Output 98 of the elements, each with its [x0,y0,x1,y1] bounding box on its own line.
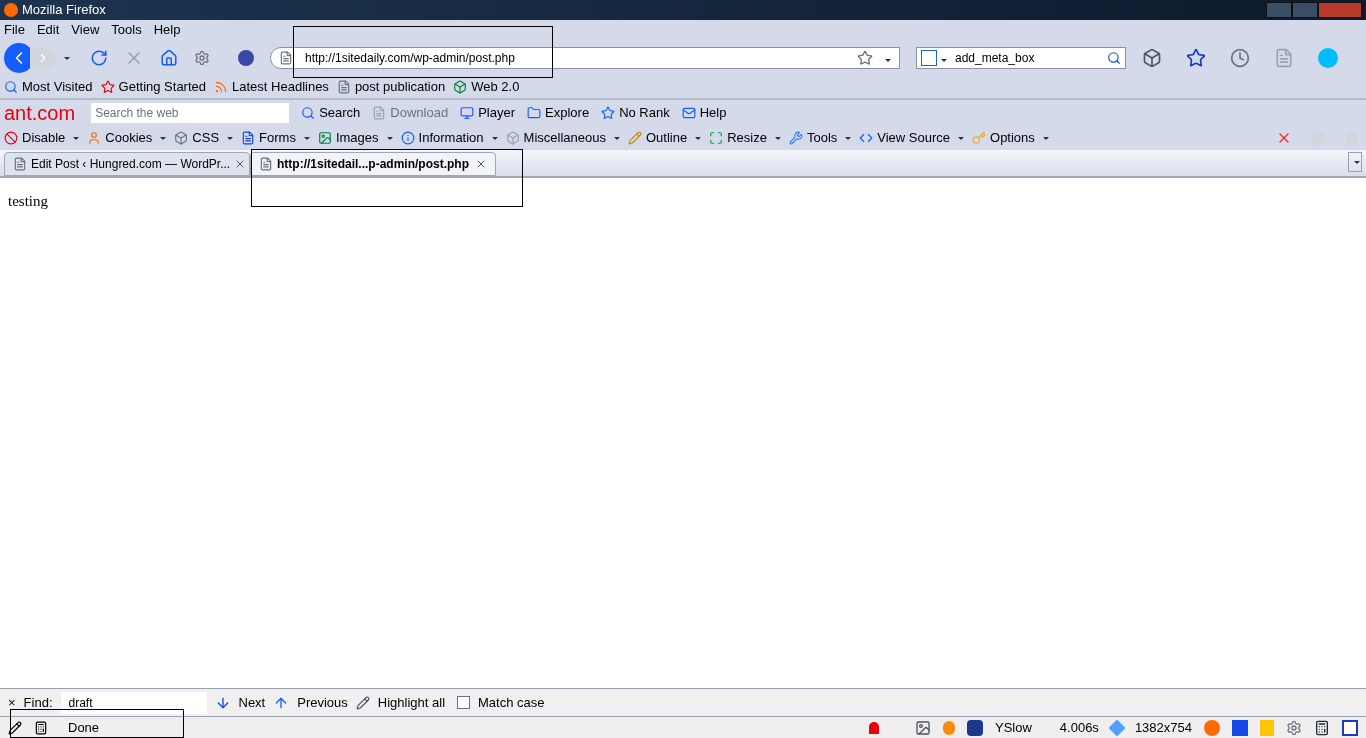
yslow-label[interactable]: YSlow [994,717,1032,738]
pen-icon[interactable] [8,720,22,735]
close-button[interactable]: × [8,692,16,713]
toolbar-button[interactable]: Miscellaneous [523,128,606,148]
bookmark-item[interactable]: Most Visited [22,77,93,97]
load-time: 4.006s [1059,718,1099,737]
address-bar[interactable]: http://1sitedaily.com/wp-admin/post.php [270,47,900,69]
search-icon [4,80,18,94]
rss-icon [214,80,229,94]
gear-icon[interactable] [1286,719,1302,736]
toolbar-button[interactable]: Information [418,128,484,148]
page-icon [259,157,273,171]
toolbar-button[interactable]: Explore [545,103,590,123]
menu-item[interactable]: View [71,20,100,40]
cube-icon [505,131,520,145]
caret-icon[interactable] [613,136,620,140]
bookmark-item[interactable]: Getting Started [118,77,207,97]
web-search-field[interactable]: Search the web [91,103,290,123]
window-title: Mozilla Firefox [22,1,106,20]
search-text: add_meta_box [955,50,1035,67]
wrench-icon [788,131,803,145]
resize-icon [709,131,724,145]
menu-item[interactable]: Tools [111,20,142,40]
caret-icon[interactable] [64,56,70,60]
page-text: testing [8,193,48,209]
page-icon [279,51,293,65]
picture-icon[interactable] [914,719,931,736]
monitor-icon [460,106,475,120]
pencil-icon [355,695,370,710]
home-icon[interactable] [160,49,178,67]
browser-tab[interactable]: http://1sitedail...p-admin/post.php [250,152,496,176]
reload-icon[interactable] [90,49,108,67]
menu-item[interactable]: Edit [36,20,60,40]
toolbar-button[interactable]: Disable [22,128,66,148]
close-button[interactable] [1318,2,1362,18]
caret-icon[interactable] [774,136,781,140]
status-text: Done [68,718,100,737]
toolbar-button[interactable]: Resize [727,128,767,148]
caret-icon[interactable] [958,136,965,140]
caret-icon[interactable] [227,136,234,140]
previous-button[interactable]: Previous [297,692,348,713]
menu-item[interactable]: File [4,20,25,40]
close-icon[interactable] [475,158,487,170]
bookmark-item[interactable]: Latest Headlines [232,77,329,97]
caret-icon[interactable] [160,136,167,140]
toolbar-button[interactable]: View Source [877,128,951,148]
caret-icon[interactable] [695,136,702,140]
next-button[interactable]: Next [238,692,266,713]
envelope-icon [681,106,696,120]
browser-tab[interactable]: Edit Post ‹ Hungred.com — WordPr... [4,152,250,176]
calculator-icon[interactable] [1314,719,1330,736]
toolbar-button[interactable]: Cookies [105,128,153,148]
highlight-all-button[interactable]: Highlight all [377,692,445,713]
no-entry-icon [4,131,18,145]
caret-icon[interactable] [1042,136,1049,140]
caret-icon[interactable] [491,136,498,140]
picture-icon [317,131,332,145]
caret-icon[interactable] [73,136,80,140]
clock-icon[interactable] [1230,48,1250,68]
search-field[interactable]: add_meta_box [916,47,1126,69]
bookmark-star-icon[interactable] [1186,48,1206,68]
toolbar-button[interactable]: Player [478,103,516,123]
user-icon [87,131,102,145]
pencil-icon [627,131,642,145]
page-icon [13,157,27,171]
caret-icon[interactable] [1354,160,1360,164]
menu-item[interactable]: Help [153,20,181,40]
match-case-checkbox[interactable] [457,696,470,709]
key-icon [972,131,987,145]
star-icon[interactable] [857,50,873,66]
toolbar-button[interactable]: Forms [259,128,296,148]
toolbar-button[interactable]: Options [990,128,1035,148]
bookmark-item[interactable]: post publication [354,77,446,97]
toolbar-button[interactable]: Images [335,128,379,148]
toolbar-button[interactable]: Search [319,103,361,123]
info-icon [400,131,415,145]
caret-icon[interactable] [303,136,310,140]
caret-icon[interactable] [941,59,947,63]
toolbar-button[interactable]: Help [699,103,727,123]
bookmark-item[interactable]: Web 2.0 [471,77,520,97]
search-icon[interactable] [1107,51,1121,65]
gear-icon[interactable] [194,50,210,66]
folder-icon [527,106,542,120]
find-label: Find: [23,693,53,712]
toolbar-button[interactable]: No Rank [619,103,670,123]
window-size: 1382x754 [1134,718,1192,737]
search-icon [301,106,316,120]
checkbox-label[interactable]: Match case [478,692,545,713]
toolbar-button[interactable]: Tools [806,128,838,148]
caret-icon[interactable] [885,59,891,63]
caret-icon[interactable] [386,136,393,140]
caret-icon[interactable] [845,136,852,140]
find-field[interactable]: draft [60,691,207,714]
page-icon [336,80,351,94]
url-text: http://1sitedaily.com/wp-admin/post.php [305,50,515,67]
toolbar-button[interactable]: CSS [192,128,220,148]
code-icon [859,131,874,145]
toolbar-button[interactable]: Outline [645,128,688,148]
